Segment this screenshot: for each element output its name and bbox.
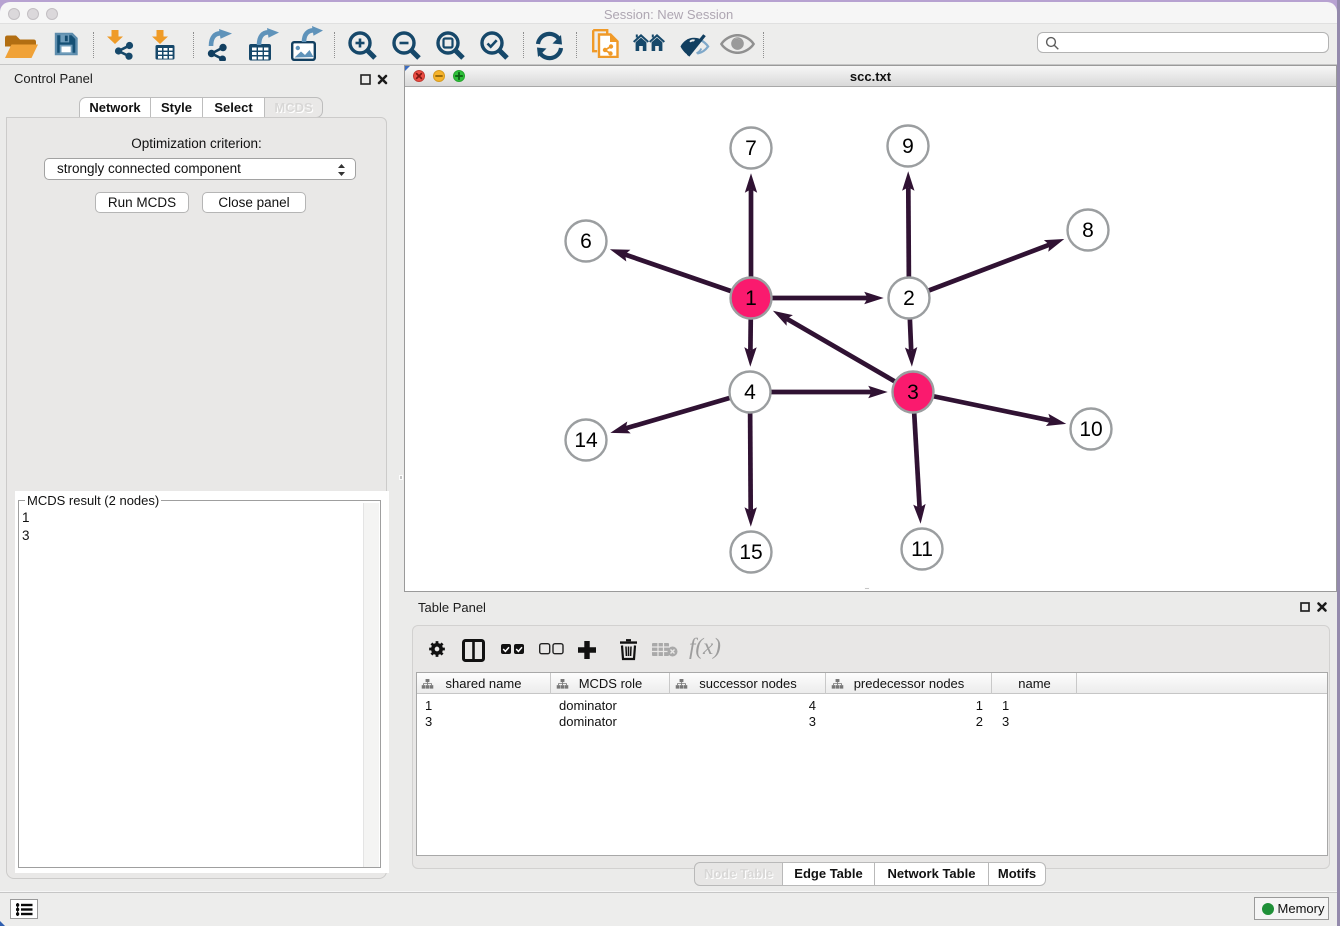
svg-text:4: 4 bbox=[744, 381, 756, 404]
svg-text:6: 6 bbox=[580, 230, 592, 253]
svg-text:14: 14 bbox=[574, 429, 598, 452]
svg-text:7: 7 bbox=[745, 137, 757, 160]
svg-text:3: 3 bbox=[907, 381, 919, 404]
svg-text:10: 10 bbox=[1079, 418, 1102, 441]
svg-text:11: 11 bbox=[911, 538, 933, 561]
svg-text:8: 8 bbox=[1082, 219, 1094, 242]
svg-text:9: 9 bbox=[902, 135, 914, 158]
svg-text:2: 2 bbox=[903, 287, 915, 310]
svg-text:15: 15 bbox=[739, 541, 762, 564]
svg-text:1: 1 bbox=[745, 287, 757, 310]
